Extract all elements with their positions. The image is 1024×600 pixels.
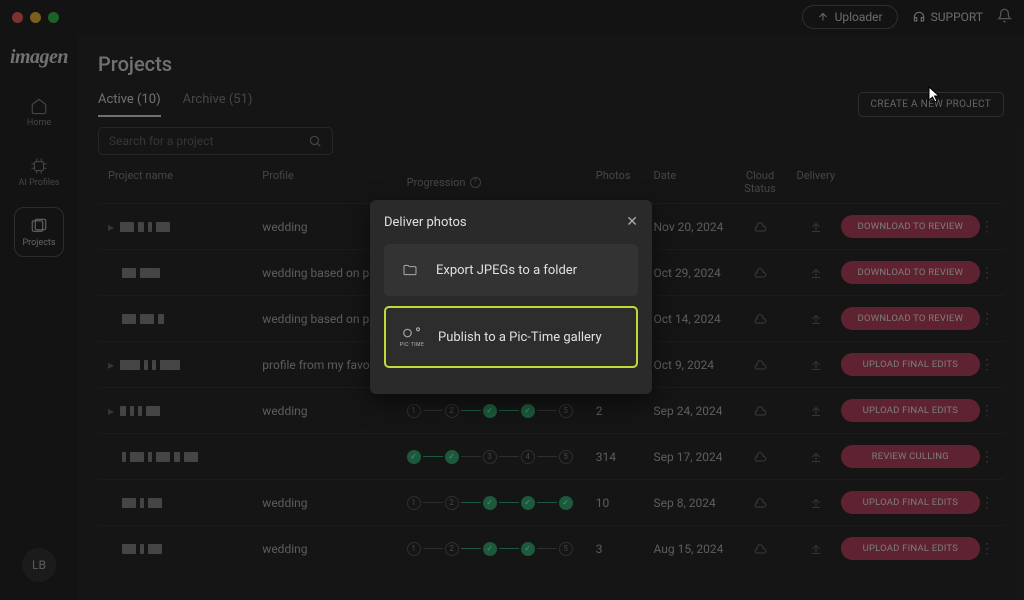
publish-pictime-option[interactable]: PIC·TIME Publish to a Pic-Time gallery bbox=[384, 306, 638, 368]
export-jpegs-option[interactable]: Export JPEGs to a folder bbox=[384, 244, 638, 296]
close-icon[interactable]: ✕ bbox=[626, 214, 638, 230]
export-option-label: Export JPEGs to a folder bbox=[436, 263, 577, 278]
folder-icon bbox=[398, 262, 422, 278]
deliver-photos-modal: Deliver photos ✕ Export JPEGs to a folde… bbox=[370, 200, 652, 394]
pictime-option-label: Publish to a Pic-Time gallery bbox=[438, 330, 602, 345]
pictime-icon: PIC·TIME bbox=[400, 326, 424, 348]
modal-title: Deliver photos bbox=[384, 215, 467, 230]
